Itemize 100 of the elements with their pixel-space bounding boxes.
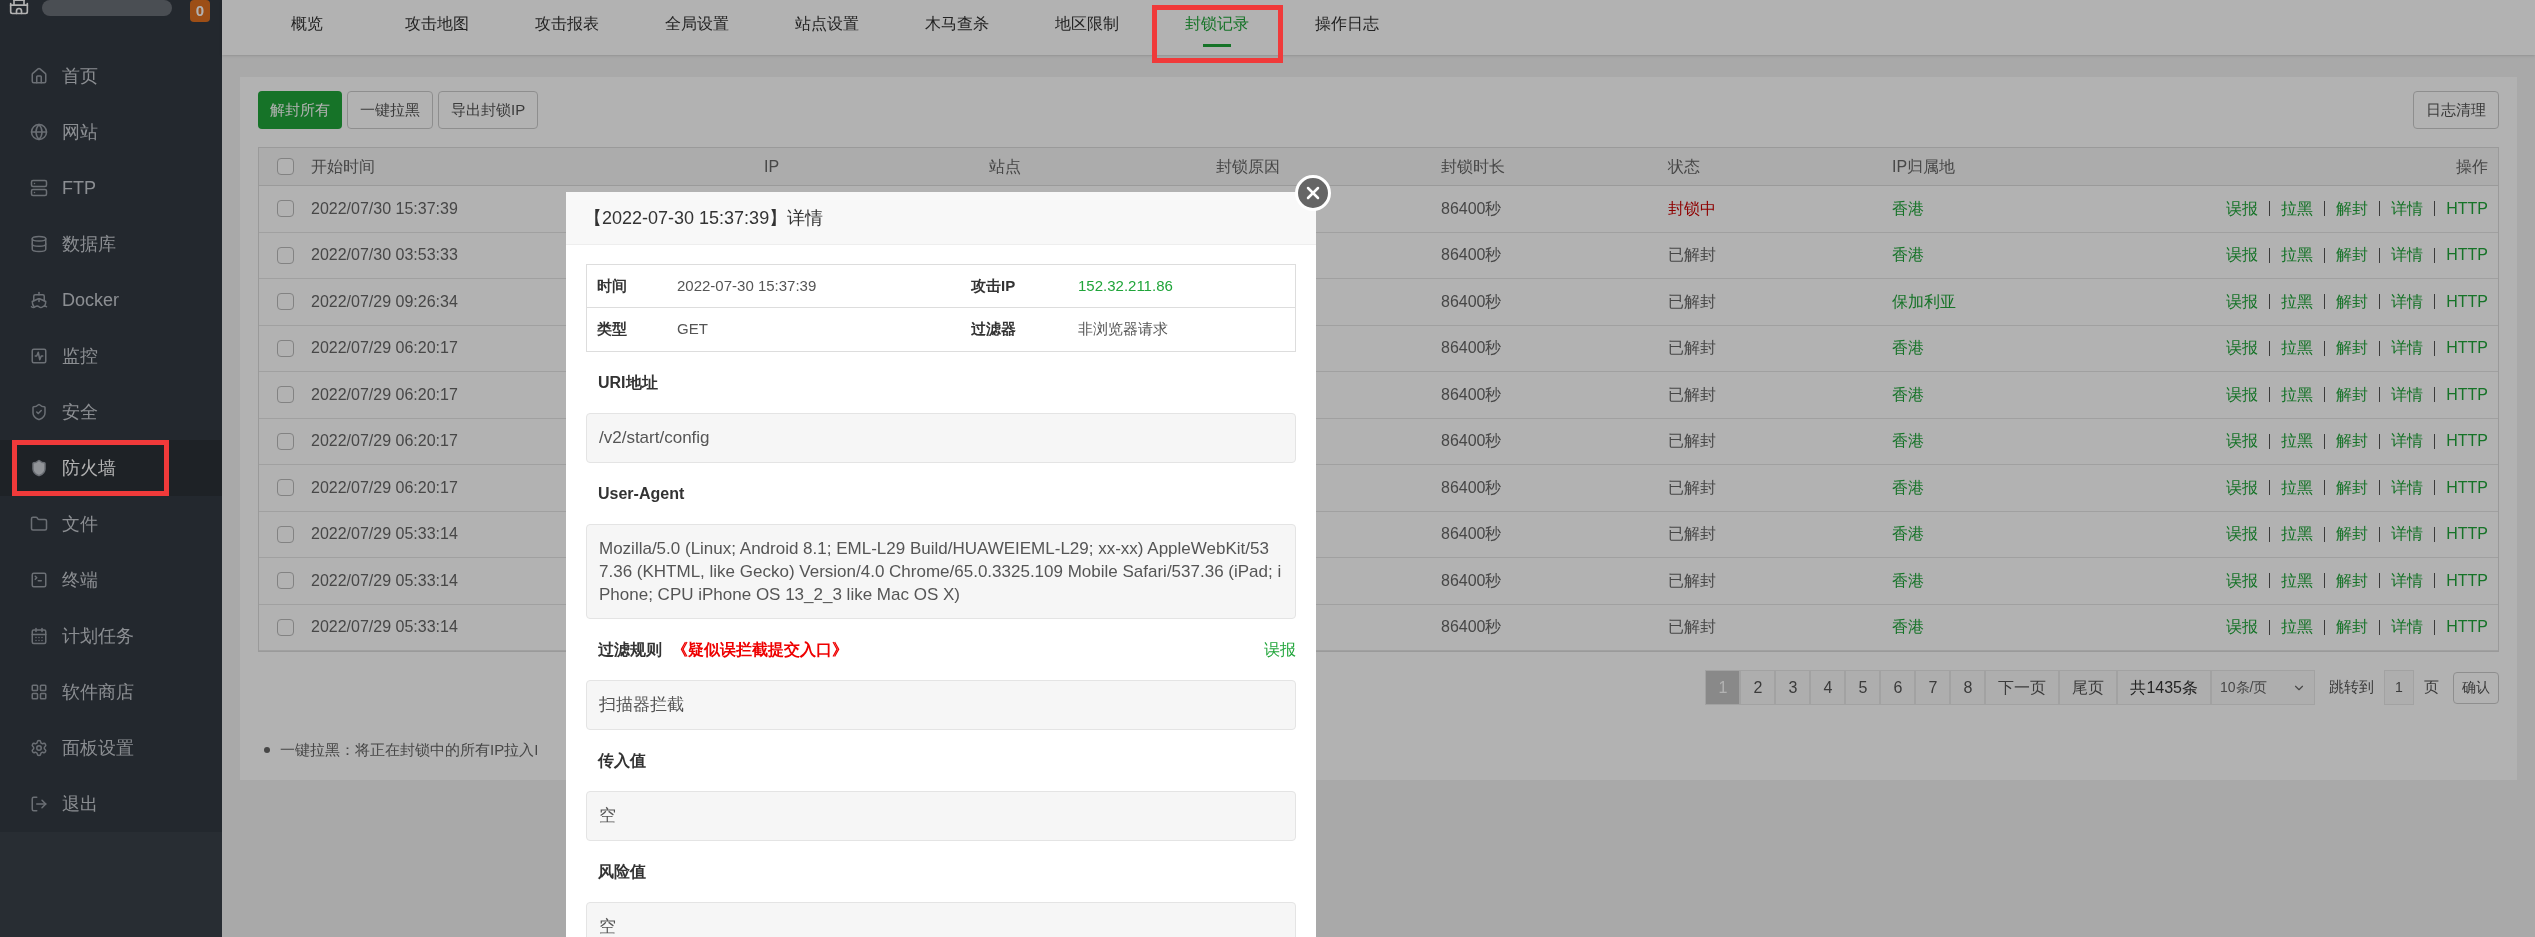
checkbox[interactable] [276,293,294,311]
sidebar-item[interactable]: 安全 [0,384,222,440]
action-link[interactable]: 拉黑 [2281,522,2314,547]
tab[interactable]: 全局设置 [632,0,762,55]
sidebar-item[interactable]: FTP [0,160,222,216]
action-link[interactable]: 拉黑 [2281,196,2314,221]
action-link[interactable]: 详情 [2391,429,2424,454]
checkbox[interactable] [276,246,294,264]
confirm-button[interactable]: 确认 [2453,671,2499,704]
action-link[interactable]: 拉黑 [2281,382,2314,407]
sidebar-item[interactable]: 首页 [0,48,222,104]
sidebar-item[interactable]: 计划任务 [0,608,222,664]
action-link[interactable]: 误报 [2226,568,2259,593]
sidebar-item[interactable]: 面板设置 [0,720,222,776]
action-link[interactable]: 详情 [2391,522,2424,547]
sidebar-item[interactable]: 终端 [0,552,222,608]
action-link[interactable]: 解封 [2336,568,2369,593]
action-link[interactable]: HTTP [2446,615,2488,640]
action-link[interactable]: HTTP [2446,243,2488,268]
sidebar-item[interactable]: 软件商店 [0,664,222,720]
primary-button[interactable]: 解封所有 [258,91,342,129]
page-link[interactable]: 5 [1845,670,1881,705]
sidebar-item[interactable]: 数据库 [0,216,222,272]
appeal-link[interactable]: 《疑似误拦截提交入口》 [672,637,848,662]
action-link[interactable]: 解封 [2336,522,2369,547]
action-link[interactable]: 详情 [2391,289,2424,314]
action-link[interactable]: 详情 [2391,382,2424,407]
action-link[interactable]: HTTP [2446,336,2488,361]
tab[interactable]: 概览 [242,0,372,55]
last-page-link[interactable]: 尾页 [2059,670,2118,705]
action-link[interactable]: HTTP [2446,475,2488,500]
checkbox[interactable] [276,200,294,218]
action-link[interactable]: 解封 [2336,243,2369,268]
action-link[interactable]: 解封 [2336,615,2369,640]
page-link[interactable]: 3 [1775,670,1811,705]
action-link[interactable]: 误报 [2226,522,2259,547]
sidebar-item[interactable]: Docker [0,272,222,328]
action-link[interactable]: HTTP [2446,382,2488,407]
sidebar-item[interactable]: 监控 [0,328,222,384]
page-link[interactable]: 2 [1740,670,1776,705]
action-link[interactable]: 解封 [2336,196,2369,221]
action-link[interactable]: 详情 [2391,336,2424,361]
checkbox[interactable] [276,525,294,543]
checkbox[interactable] [276,339,294,357]
report-link[interactable]: 误报 [1264,637,1296,662]
checkbox[interactable] [276,158,294,175]
action-link[interactable]: 详情 [2391,615,2424,640]
tab[interactable]: 操作日志 [1282,0,1412,55]
action-link[interactable]: 详情 [2391,243,2424,268]
action-link[interactable]: 解封 [2336,475,2369,500]
notification-badge[interactable]: 0 [189,0,210,22]
action-link[interactable]: 拉黑 [2281,615,2314,640]
tab[interactable]: 封锁记录 [1152,0,1282,55]
action-link[interactable]: 误报 [2226,336,2259,361]
action-link[interactable]: 误报 [2226,196,2259,221]
toolbar-button[interactable]: 一键拉黑 [347,91,433,129]
checkbox[interactable] [276,386,294,404]
tab[interactable]: 站点设置 [762,0,892,55]
checkbox[interactable] [276,572,294,590]
action-link[interactable]: HTTP [2446,522,2488,547]
sidebar-item[interactable]: 退出 [0,776,222,832]
toolbar-button[interactable]: 导出封锁IP [438,91,539,129]
action-link[interactable]: 详情 [2391,568,2424,593]
action-link[interactable]: HTTP [2446,429,2488,454]
log-clean-button[interactable]: 日志清理 [2413,91,2499,129]
action-link[interactable]: 解封 [2336,289,2369,314]
checkbox[interactable] [276,432,294,450]
action-link[interactable]: HTTP [2446,289,2488,314]
action-link[interactable]: 解封 [2336,336,2369,361]
page-link[interactable]: 6 [1880,670,1916,705]
action-link[interactable]: 误报 [2226,615,2259,640]
action-link[interactable]: 详情 [2391,475,2424,500]
sidebar-item[interactable]: 网站 [0,104,222,160]
page-input[interactable]: 1 [2384,670,2414,705]
tab[interactable]: 木马查杀 [892,0,1022,55]
action-link[interactable]: 误报 [2226,382,2259,407]
action-link[interactable]: 误报 [2226,243,2259,268]
action-link[interactable]: 拉黑 [2281,289,2314,314]
tab[interactable]: 攻击报表 [502,0,632,55]
page-size-select[interactable]: 10条/页 [2211,670,2315,705]
action-link[interactable]: 误报 [2226,429,2259,454]
next-page-link[interactable]: 下一页 [1985,670,2060,705]
page-link[interactable]: 8 [1950,670,1986,705]
page-link[interactable]: 7 [1915,670,1951,705]
tab[interactable]: 地区限制 [1022,0,1152,55]
action-link[interactable]: 误报 [2226,475,2259,500]
action-link[interactable]: 解封 [2336,382,2369,407]
action-link[interactable]: 拉黑 [2281,568,2314,593]
checkbox[interactable] [276,618,294,636]
checkbox[interactable] [276,479,294,497]
page-link[interactable]: 4 [1810,670,1846,705]
action-link[interactable]: 解封 [2336,429,2369,454]
action-link[interactable]: HTTP [2446,196,2488,221]
action-link[interactable]: 拉黑 [2281,243,2314,268]
sidebar-item[interactable]: 防火墙 [0,440,222,496]
action-link[interactable]: 拉黑 [2281,475,2314,500]
action-link[interactable]: 误报 [2226,289,2259,314]
action-link[interactable]: HTTP [2446,568,2488,593]
action-link[interactable]: 拉黑 [2281,429,2314,454]
action-link[interactable]: 详情 [2391,196,2424,221]
